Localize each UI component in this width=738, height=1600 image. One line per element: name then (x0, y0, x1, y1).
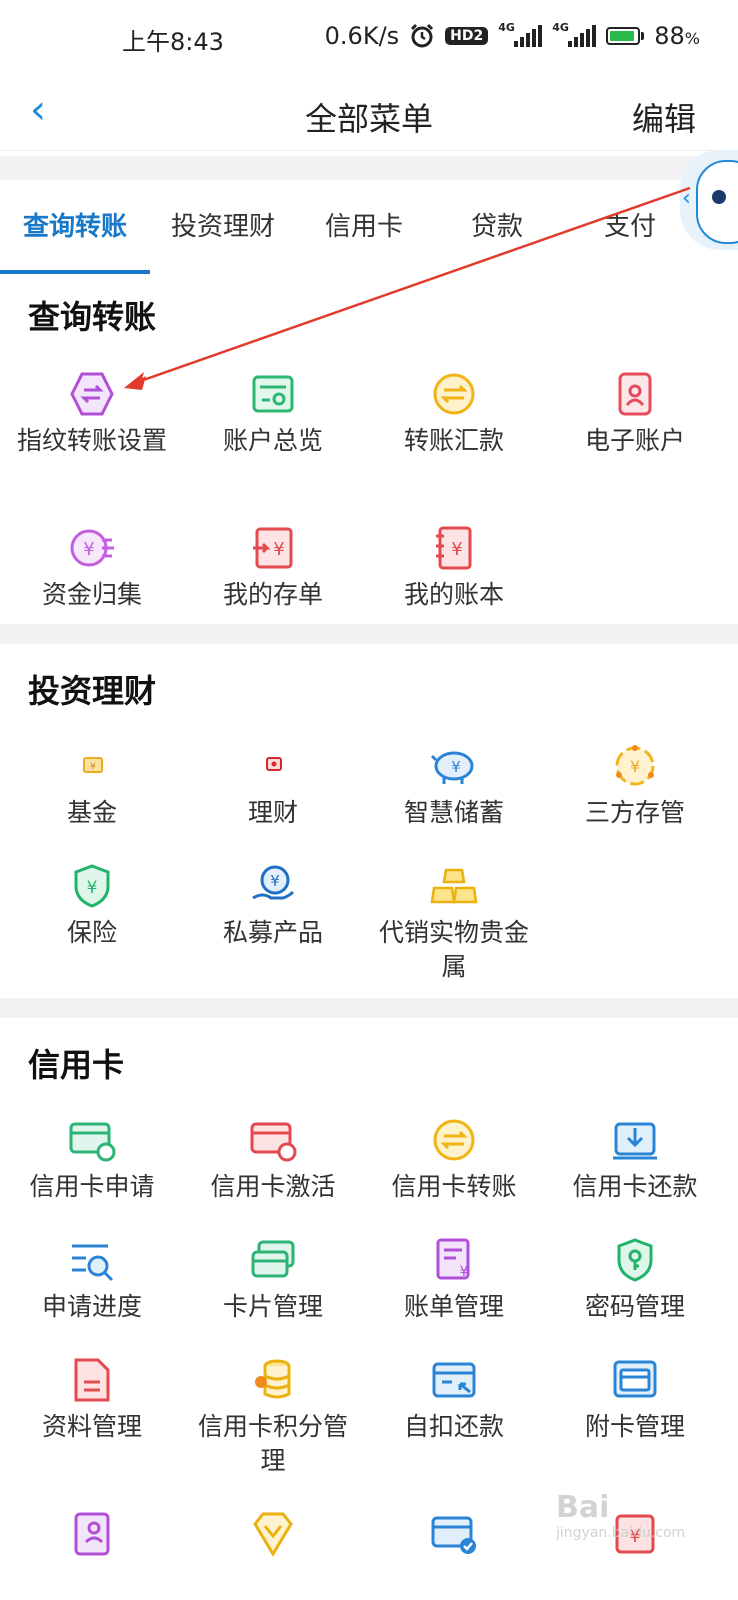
assistant-float-button[interactable]: ‹ 咨 (680, 150, 738, 250)
ledger-icon: ¥ (436, 526, 472, 570)
menu-item[interactable]: 信用卡还款 (543, 1116, 727, 1204)
menu-item[interactable]: ¥ 基金 (0, 742, 184, 830)
tab-investment[interactable]: 投资理财 (150, 180, 296, 274)
menu-item-partial[interactable] (181, 1510, 365, 1558)
document-icon (74, 1358, 110, 1402)
svg-text:¥: ¥ (273, 539, 284, 560)
piggy-bank-icon: ¥ (430, 751, 474, 784)
card-repay-icon (613, 1122, 657, 1160)
alarm-icon (411, 23, 434, 48)
bill-manage-icon: ¥ (436, 1238, 470, 1280)
tab-payment[interactable]: 支付 (562, 180, 698, 274)
menu-item[interactable]: ¥ 资金归集 (0, 524, 184, 612)
e-account-icon (618, 372, 652, 416)
section-investment: 投资理财 ¥ 基金 理财 ¥ 智慧储蓄 ¥ 三方存管 ¥ 保险 ¥ 私募产品 代… (0, 644, 738, 998)
gold-bars-icon (430, 868, 478, 904)
menu-item[interactable]: 理财 (181, 742, 365, 830)
divider (0, 998, 738, 1018)
menu-item[interactable]: 信用卡申请 (0, 1116, 184, 1204)
menu-item[interactable]: 密码管理 (543, 1236, 727, 1324)
network-speed: 0.6K/s (324, 22, 400, 50)
section-title: 投资理财 (28, 672, 157, 710)
menu-item[interactable]: 电子账户 (543, 370, 727, 458)
menu-item-partial[interactable] (362, 1510, 546, 1558)
chevron-left-icon: ‹ (682, 186, 691, 211)
menu-item[interactable]: 附卡管理 (543, 1356, 727, 1444)
menu-item[interactable]: 账户总览 (181, 370, 365, 458)
card-activate-icon (250, 1122, 297, 1162)
menu-item[interactable]: 信用卡激活 (181, 1116, 365, 1204)
section-title: 查询转账 (28, 298, 157, 336)
svg-text:¥: ¥ (451, 758, 461, 776)
card-apply-icon (69, 1122, 116, 1162)
status-time: 上午8:43 (122, 28, 224, 56)
password-key-icon (617, 1238, 653, 1282)
account-overview-icon (252, 375, 294, 413)
profile-card-icon (74, 1512, 110, 1556)
card-check-icon (431, 1516, 476, 1554)
page-title: 全部菜单 (304, 100, 433, 138)
menu-item[interactable]: 指纹转账设置 (0, 370, 184, 458)
menu-item[interactable]: ¥ 私募产品 (181, 862, 365, 950)
menu-item[interactable]: ¥ 智慧储蓄 (362, 742, 546, 830)
menu-item[interactable]: ¥ 我的存单 (181, 524, 365, 612)
menu-item[interactable]: 资料管理 (0, 1356, 184, 1444)
menu-item[interactable]: 信用卡积分管理 (181, 1356, 365, 1478)
fingerprint-transfer-icon (70, 372, 114, 416)
signal-icon: 4G (498, 21, 543, 47)
hd-badge: HD2 (445, 27, 489, 45)
svg-text:¥: ¥ (270, 872, 280, 890)
signal-icon-2: 4G (552, 21, 597, 47)
menu-item-partial[interactable] (0, 1510, 184, 1558)
svg-text:¥: ¥ (87, 878, 98, 898)
auto-debit-icon (432, 1362, 476, 1398)
status-bar: 上午8:43 0.6K/s HD2 4G 4G 88% (0, 0, 738, 78)
svg-text:¥: ¥ (630, 757, 640, 776)
battery-percent: 88% (654, 22, 700, 50)
insurance-shield-icon: ¥ (74, 864, 110, 908)
edit-button[interactable]: 编辑 (632, 94, 696, 140)
transfer-icon (433, 373, 475, 415)
svg-text:¥: ¥ (90, 762, 96, 772)
svg-text:¥: ¥ (460, 1264, 469, 1280)
menu-item[interactable]: 申请进度 (0, 1236, 184, 1324)
tab-query-transfer[interactable]: 查询转账 (0, 180, 150, 274)
tab-credit-card[interactable]: 信用卡 (296, 180, 432, 274)
custody-icon: ¥ (615, 745, 655, 786)
progress-search-icon (72, 1244, 114, 1282)
card-manage-icon (251, 1240, 295, 1278)
private-equity-icon: ¥ (252, 865, 295, 900)
section-query-transfer: 查询转账 指纹转账设置 账户总览 转账汇款 电子账户 ¥ 资金归集 ¥ 我的存单… (0, 274, 738, 624)
menu-item[interactable]: ¥ 我的账本 (362, 524, 546, 612)
card-transfer-icon (433, 1119, 475, 1161)
fund-collection-icon: ¥ (70, 529, 114, 567)
battery-icon (606, 27, 645, 45)
svg-text:¥: ¥ (451, 539, 462, 560)
vip-diamond-icon (253, 1512, 293, 1557)
menu-item[interactable]: 代销实物贵金属 (362, 862, 546, 984)
section-title: 信用卡 (28, 1046, 125, 1084)
watermark: Bai jingyan.baidu.com (556, 1490, 686, 1541)
divider (0, 156, 738, 180)
fund-icon: ¥ (83, 757, 103, 773)
svg-text:¥: ¥ (83, 539, 94, 560)
menu-item[interactable]: 自扣还款 (362, 1356, 546, 1444)
deposit-certificate-icon: ¥ (253, 527, 293, 569)
nav-header: ‹ 全部菜单 编辑 (0, 78, 738, 151)
points-icon (255, 1359, 291, 1399)
supplementary-card-icon (613, 1360, 657, 1398)
menu-item[interactable]: ¥ 三方存管 (543, 742, 727, 830)
tab-loan[interactable]: 贷款 (432, 180, 562, 274)
menu-item[interactable]: ¥ 账单管理 (362, 1236, 546, 1324)
category-tabs: 查询转账 投资理财 信用卡 贷款 支付 (0, 180, 738, 274)
assistant-avatar: 咨 (696, 160, 738, 244)
wealth-icon (266, 757, 282, 771)
menu-item[interactable]: 信用卡转账 (362, 1116, 546, 1204)
divider (0, 624, 738, 644)
menu-item[interactable]: 转账汇款 (362, 370, 546, 458)
menu-item[interactable]: ¥ 保险 (0, 862, 184, 950)
menu-item[interactable]: 卡片管理 (181, 1236, 365, 1324)
